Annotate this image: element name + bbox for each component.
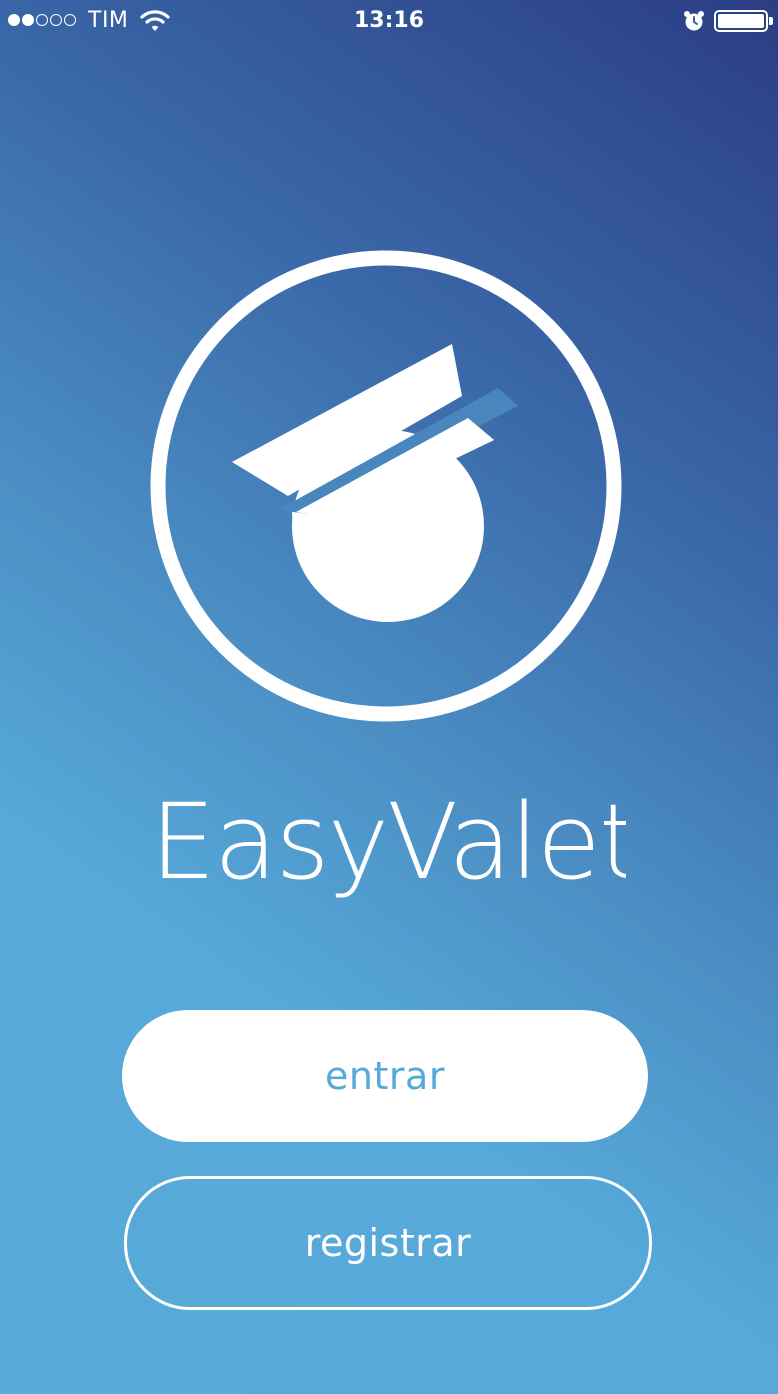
login-button[interactable]: entrar xyxy=(122,1010,648,1142)
app-name-text: EasyValet xyxy=(150,790,626,903)
register-button[interactable]: registrar xyxy=(124,1176,652,1310)
battery-icon xyxy=(714,10,768,32)
valet-cap-icon xyxy=(150,250,622,722)
alarm-icon xyxy=(684,11,704,31)
register-button-label: registrar xyxy=(304,1221,472,1265)
app-name-logo: EasyValet xyxy=(150,790,626,903)
clock-time: 13:16 xyxy=(353,8,425,33)
status-bar: TIM 13:16 xyxy=(0,0,778,42)
login-button-label: entrar xyxy=(325,1054,445,1098)
battery-tip xyxy=(769,17,773,25)
